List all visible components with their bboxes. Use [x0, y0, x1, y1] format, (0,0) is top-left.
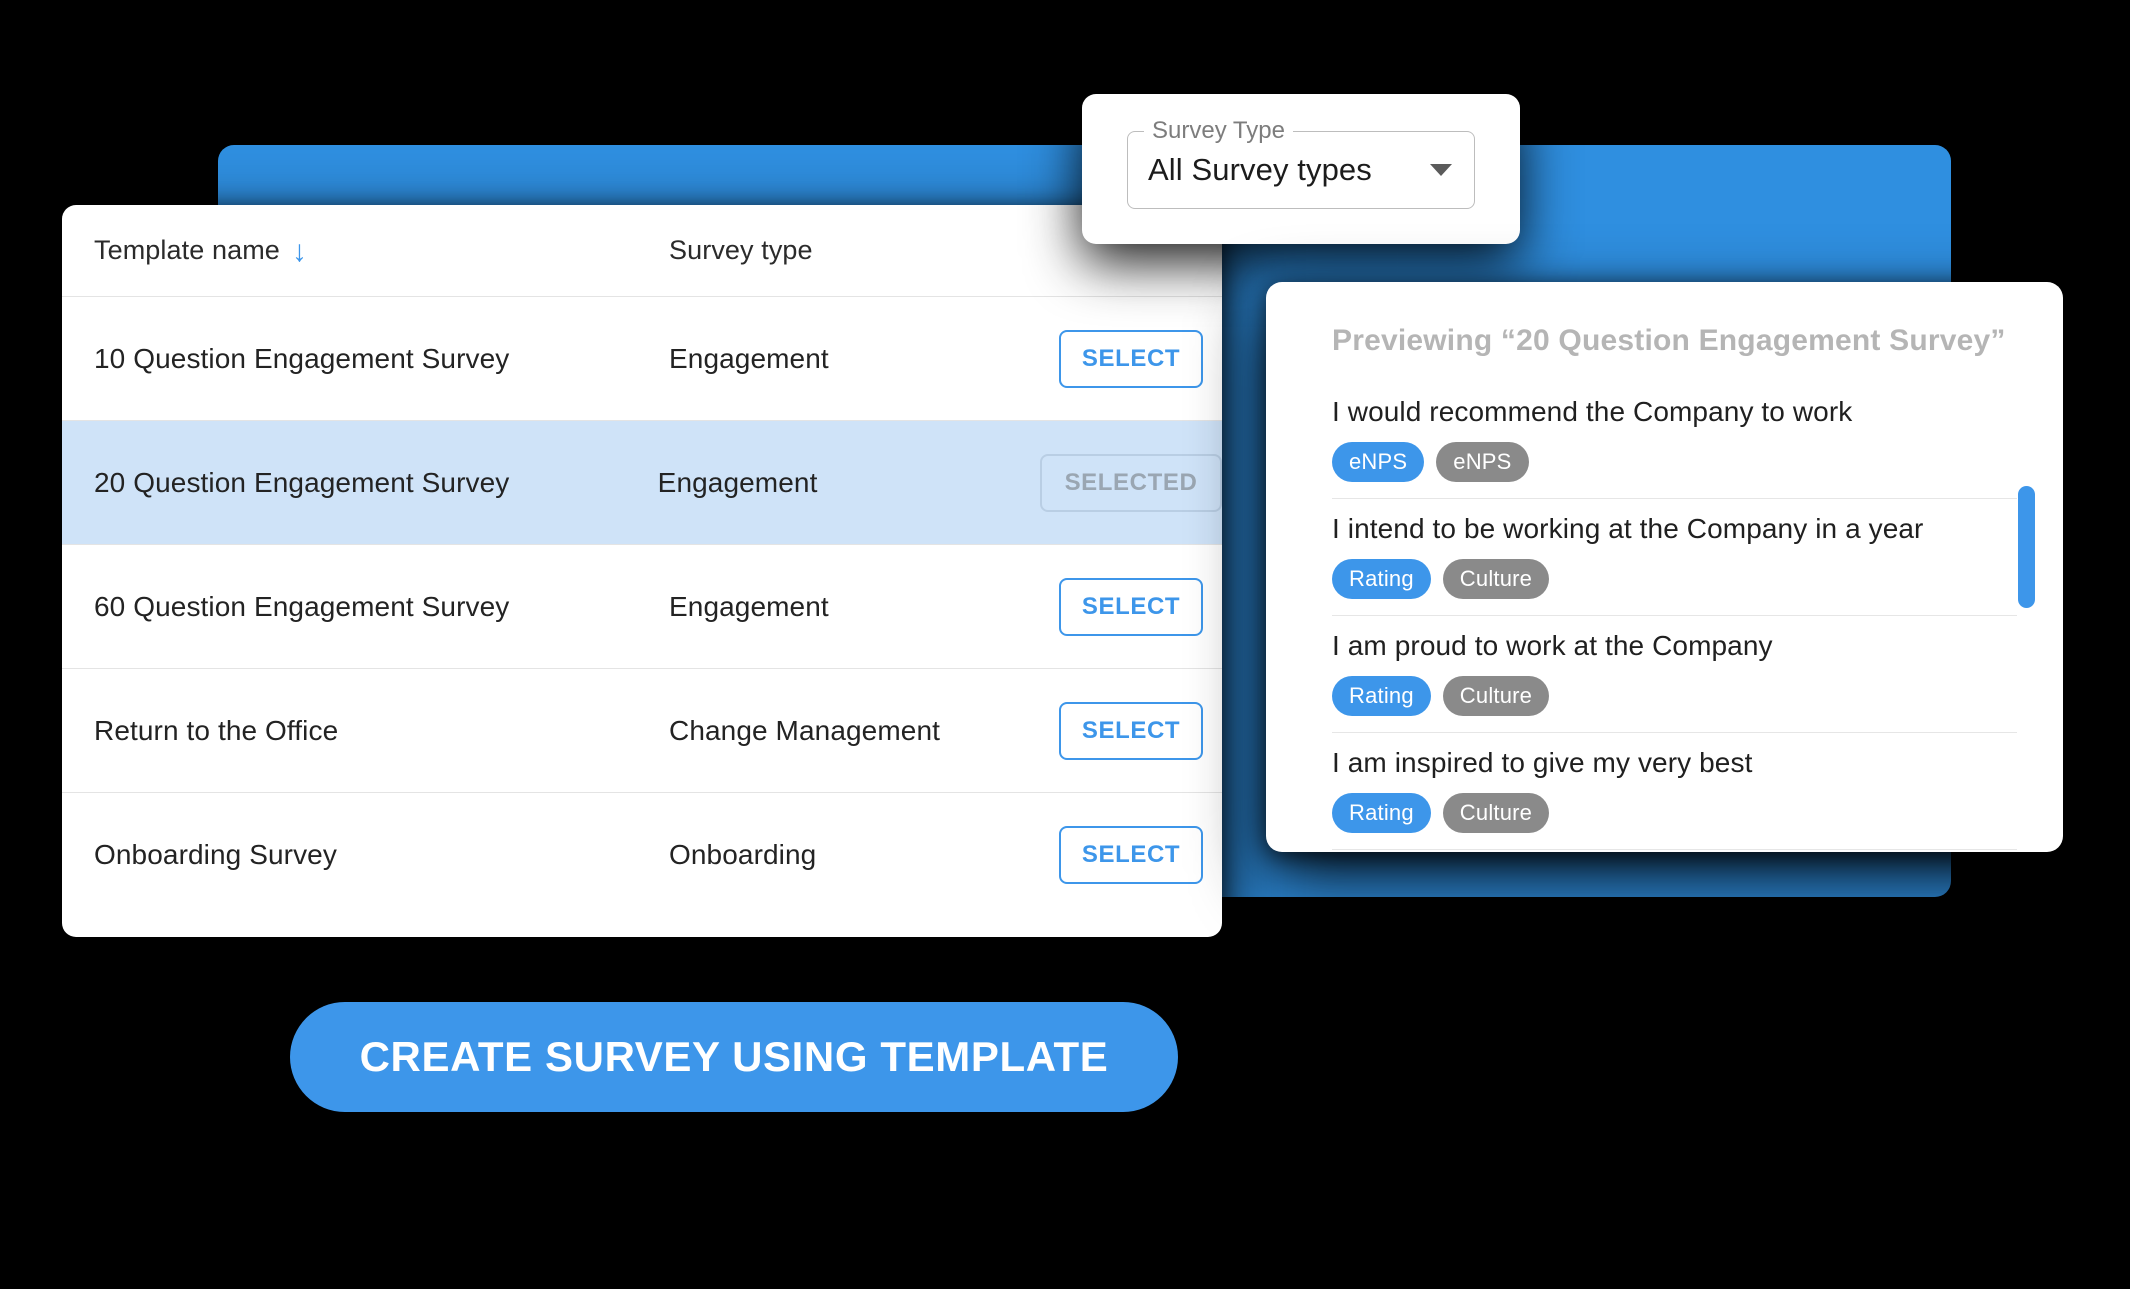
- cell-action: SELECT: [1059, 329, 1222, 388]
- survey-type-filter-card: Survey Type All Survey types: [1082, 94, 1520, 244]
- cell-action: SELECT: [1059, 826, 1222, 884]
- screenshot-stage: Template name ↓ Survey type 10 Question E…: [0, 0, 2130, 1289]
- question-chips: Rating Culture: [1332, 793, 2017, 833]
- column-header-template-name[interactable]: Template name ↓: [94, 235, 669, 267]
- preview-scrollbar-thumb[interactable]: [2018, 486, 2035, 608]
- create-survey-using-template-button[interactable]: CREATE SURVEY USING TEMPLATE: [290, 1002, 1178, 1112]
- select-button[interactable]: SELECT: [1059, 826, 1203, 884]
- cell-template-name: Onboarding Survey: [94, 839, 669, 871]
- survey-type-select[interactable]: Survey Type All Survey types: [1127, 117, 1475, 209]
- list-item: I am proud to work at the Company Rating…: [1332, 616, 2017, 733]
- question-chips: Rating Culture: [1332, 559, 2017, 599]
- template-name-text: 10 Question Engagement Survey: [94, 342, 510, 374]
- question-text: I intend to be working at the Company in…: [1332, 513, 1924, 544]
- survey-type-value: All Survey types: [1148, 152, 1372, 187]
- cell-template-name: 60 Question Engagement Survey: [94, 591, 669, 623]
- question-category-chip: Culture: [1442, 676, 1550, 716]
- cell-survey-type: Engagement: [669, 343, 1059, 375]
- templates-table-card: Template name ↓ Survey type 10 Question E…: [62, 205, 1222, 937]
- template-name-text: Onboarding Survey: [94, 839, 337, 870]
- survey-preview-card: Previewing “20 Question Engagement Surve…: [1266, 282, 2063, 852]
- cell-action: SELECT: [1059, 701, 1222, 760]
- survey-type-text: Engagement: [669, 590, 829, 622]
- survey-type-text: Onboarding: [669, 839, 817, 870]
- question-text: I am proud to work at the Company: [1332, 630, 1773, 661]
- cell-template-name: 20 Question Engagement Survey: [94, 467, 658, 499]
- question-text: I would recommend the Company to work: [1332, 396, 1853, 427]
- column-header-survey-type[interactable]: Survey type: [669, 235, 1059, 266]
- question-text: I am inspired to give my very best: [1332, 747, 1753, 778]
- survey-type-label: Survey Type: [1144, 117, 1293, 145]
- survey-type-text: Change Management: [669, 714, 940, 746]
- preview-question-list: I would recommend the Company to work eN…: [1266, 368, 2063, 852]
- survey-type-text: Engagement: [669, 342, 829, 374]
- template-name-text: 20 Question Engagement Survey: [94, 466, 510, 498]
- question-category-chip: Culture: [1442, 793, 1550, 833]
- sort-descending-arrow-icon[interactable]: ↓: [292, 236, 307, 267]
- column-header-survey-type-label: Survey type: [669, 235, 813, 265]
- cell-survey-type: Change Management: [669, 715, 1059, 747]
- column-header-template-name-label: Template name: [94, 234, 280, 265]
- cell-survey-type: Engagement: [658, 467, 1040, 499]
- question-type-chip: Rating: [1332, 559, 1431, 599]
- select-button[interactable]: SELECT: [1059, 329, 1203, 388]
- cell-action: SELECT: [1059, 577, 1222, 636]
- chevron-down-icon[interactable]: [1430, 164, 1452, 176]
- table-row[interactable]: Onboarding Survey Onboarding SELECT: [62, 793, 1222, 917]
- question-type-chip: Rating: [1332, 793, 1431, 833]
- cell-template-name: 10 Question Engagement Survey: [94, 343, 669, 375]
- cell-survey-type: Engagement: [669, 591, 1059, 623]
- table-row[interactable]: 10 Question Engagement Survey Engagement…: [62, 297, 1222, 421]
- survey-type-text: Engagement: [657, 466, 818, 498]
- preview-title: Previewing “20 Question Engagement Surve…: [1332, 324, 2006, 357]
- list-item: I intend to be working at the Company in…: [1332, 499, 2017, 616]
- list-item: I would recommend the Company to work eN…: [1332, 382, 2017, 499]
- question-category-chip: Culture: [1442, 559, 1550, 599]
- question-type-chip: Rating: [1332, 676, 1431, 716]
- list-item: I am inspired to give my very best Ratin…: [1332, 733, 2017, 850]
- question-chips: eNPS eNPS: [1332, 442, 2017, 482]
- select-button[interactable]: SELECT: [1059, 701, 1203, 760]
- table-row[interactable]: 60 Question Engagement Survey Engagement…: [62, 545, 1222, 669]
- cell-survey-type: Onboarding: [669, 839, 1059, 871]
- question-category-chip: eNPS: [1436, 442, 1529, 482]
- selected-button: SELECTED: [1040, 453, 1222, 512]
- table-header-row: Template name ↓ Survey type: [62, 205, 1222, 297]
- select-button[interactable]: SELECT: [1059, 577, 1203, 636]
- table-row[interactable]: 20 Question Engagement Survey Engagement…: [62, 421, 1222, 545]
- list-item: I look forward to coming to work Rating …: [1332, 850, 2017, 852]
- question-chips: Rating Culture: [1332, 676, 2017, 716]
- table-row[interactable]: Return to the Office Change Management S…: [62, 669, 1222, 793]
- template-name-text: 60 Question Engagement Survey: [94, 590, 510, 622]
- question-type-chip: eNPS: [1332, 442, 1425, 482]
- cell-action: SELECTED: [1040, 453, 1222, 512]
- template-name-text: Return to the Office: [94, 714, 339, 746]
- cell-template-name: Return to the Office: [94, 715, 669, 747]
